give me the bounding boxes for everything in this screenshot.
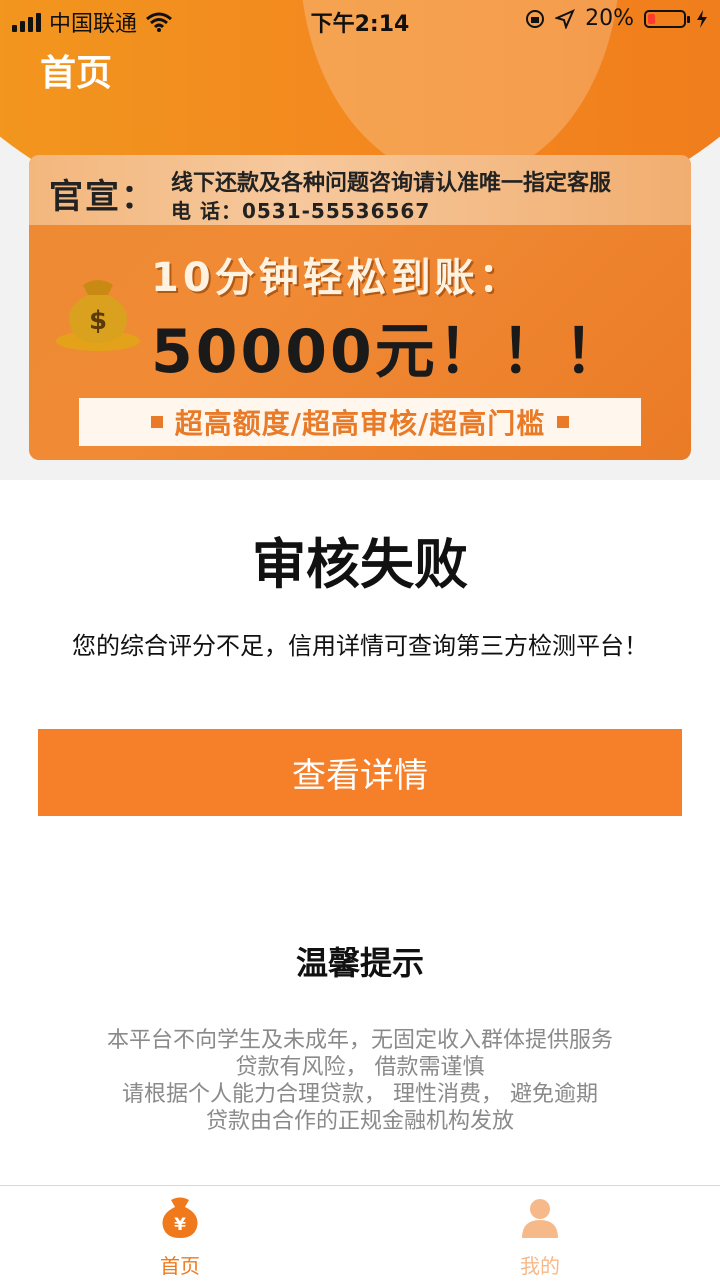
status-right: 20% xyxy=(525,6,708,31)
banner-notice: 线下还款及各种问题咨询请认准唯一指定客服 xyxy=(171,171,612,196)
tip-line: 贷款由合作的正规金融机构发放 xyxy=(205,1109,514,1134)
banner-strip: 超高额度/超高审核/超高门槛 xyxy=(79,398,641,446)
banner-phone: 电 话：0531-55536567 xyxy=(171,199,431,223)
tab-bar: ¥ 首页 我的 xyxy=(0,1185,720,1281)
promo-banner[interactable]: 官宣： 线下还款及各种问题咨询请认准唯一指定客服 电 话：0531-555365… xyxy=(29,155,691,460)
tab-home[interactable]: ¥ 首页 xyxy=(0,1186,360,1281)
banner-strip-text: 超高额度/超高审核/超高门槛 xyxy=(174,407,546,440)
tips-title: 温馨提示 xyxy=(295,944,424,982)
status-bar: 中国联通 下午2:14 20% xyxy=(0,0,720,40)
page-title: 首页 xyxy=(40,53,113,94)
charging-bolt-icon xyxy=(697,9,707,28)
rotation-lock-icon xyxy=(526,9,545,28)
tips-list: 本平台不向学生及未成年，无固定收入群体提供服务 贷款有风险， 借款需谨慎 请根据… xyxy=(0,1027,720,1135)
view-details-button[interactable]: 查看详情 xyxy=(38,729,682,816)
svg-text:$: $ xyxy=(89,306,107,336)
battery-level xyxy=(648,13,655,24)
tip-line: 贷款有风险， 借款需谨慎 xyxy=(235,1055,485,1080)
tab-mine-label: 我的 xyxy=(520,1254,560,1278)
tip-line: 请根据个人能力合理贷款， 理性消费， 避免逾期 xyxy=(122,1082,598,1107)
banner-notice-bar: 官宣： 线下还款及各种问题咨询请认准唯一指定客服 电 话：0531-555365… xyxy=(29,155,691,225)
svg-text:¥: ¥ xyxy=(174,1215,186,1235)
money-bag-icon: $ xyxy=(56,280,140,351)
review-result-title: 审核失败 xyxy=(252,533,468,596)
user-icon xyxy=(522,1199,558,1238)
money-bag-icon: ¥ xyxy=(162,1197,198,1238)
review-result-description: 您的综合评分不足，信用详情可查询第三方检测平台！ xyxy=(72,632,648,660)
tip-line: 本平台不向学生及未成年，无固定收入群体提供服务 xyxy=(106,1028,613,1053)
battery-icon xyxy=(644,9,690,28)
battery-percent: 20% xyxy=(585,6,634,31)
location-arrow-icon xyxy=(555,8,576,29)
strip-bullet-right xyxy=(557,416,570,428)
banner-tag: 官宣： xyxy=(49,177,157,217)
strip-bullet-left xyxy=(150,416,163,428)
banner-amount: 50000元！！！ xyxy=(151,317,627,387)
banner-headline: 10分钟轻松到账： xyxy=(151,255,523,301)
tab-home-label: 首页 xyxy=(160,1254,200,1278)
tab-mine[interactable]: 我的 xyxy=(360,1186,720,1281)
